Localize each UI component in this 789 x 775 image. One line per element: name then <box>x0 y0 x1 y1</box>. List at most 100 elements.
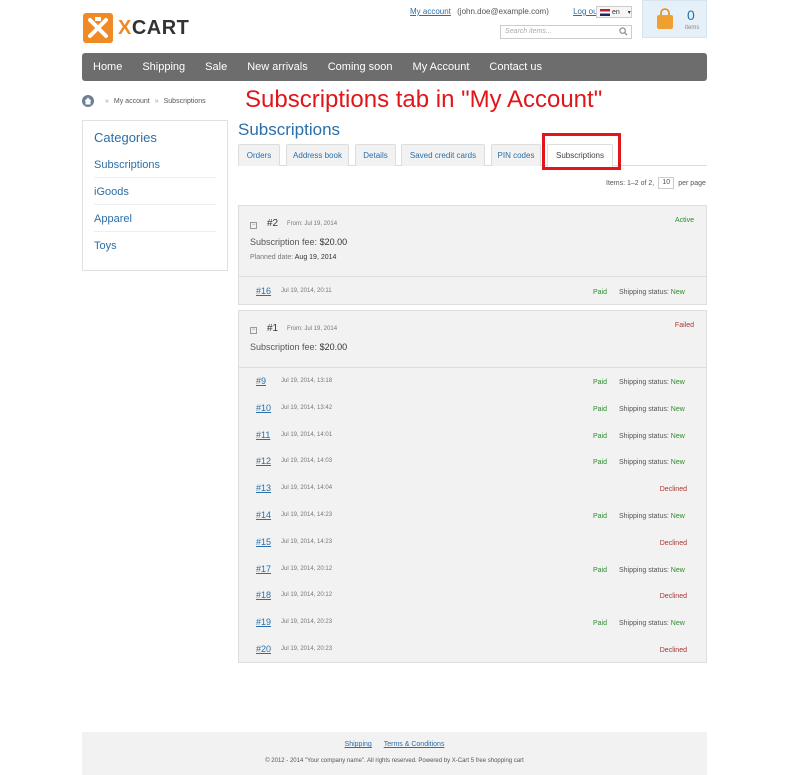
tab-saved-credit-cards[interactable]: Saved credit cards <box>401 144 485 166</box>
order-link[interactable]: #10 <box>256 403 271 413</box>
order-link[interactable]: #14 <box>256 510 271 520</box>
payment-status: Paid <box>593 405 608 413</box>
order-link[interactable]: #12 <box>256 456 271 466</box>
search-icon[interactable] <box>619 27 628 41</box>
order-row: #9 Jul 19, 2014, 13:18 Paid Shipping status… <box>239 368 706 395</box>
chevron-down-icon: ▾ <box>627 9 631 16</box>
nav-item-shipping[interactable]: Shipping <box>142 61 185 73</box>
my-account-link[interactable]: My account <box>410 7 451 16</box>
footer-link-terms[interactable]: Terms & Conditions <box>384 741 445 748</box>
payment-status: Declined <box>659 486 687 494</box>
order-row: #18 Jul 19, 2014, 20:12 Declined <box>239 582 706 609</box>
shipping-value: New <box>670 459 685 467</box>
shipping-label: Shipping status: <box>619 379 669 386</box>
order-row: #11 Jul 19, 2014, 14:01 Paid Shipping statu… <box>239 422 706 449</box>
shipping-status: Shipping status: New <box>619 620 685 627</box>
shipping-value: New <box>670 379 685 386</box>
sidebar-item-subscriptions[interactable]: Subscriptions <box>94 159 216 178</box>
order-date: Jul 19, 2014, 20:12 <box>281 592 333 599</box>
nav-item-new-arrivals[interactable]: New arrivals <box>247 61 308 73</box>
order-link[interactable]: #17 <box>256 564 271 574</box>
nav-item-sale[interactable]: Sale <box>205 61 227 73</box>
page-title: Subscriptions <box>238 120 341 139</box>
order-date: Jul 19, 2014, 20:11 <box>281 288 332 294</box>
payment-status: Paid <box>593 620 608 628</box>
shipping-status: Shipping status: New <box>619 459 685 466</box>
order-row: #14 Jul 19, 2014, 14:23 Paid Shipping statu… <box>239 502 706 529</box>
xcart-logo-icon <box>83 13 113 43</box>
footer-link-shipping[interactable]: Shipping <box>345 741 372 748</box>
shipping-value: New <box>670 513 685 520</box>
subscription-header: − #2 From: Jul 19, 2014 Active Subscript… <box>239 206 706 277</box>
order-row: #20 Jul 19, 2014, 20:23 Declined <box>239 636 706 663</box>
logo[interactable]: XCART <box>83 13 189 43</box>
shipping-label: Shipping status: <box>619 620 669 628</box>
shipping-label: Shipping status: <box>619 432 669 440</box>
footer: Shipping Terms & Conditions © 2012 - 201… <box>82 732 707 775</box>
planned-label: Planned date: <box>250 254 294 261</box>
cart-items-label: items <box>685 25 700 31</box>
cart-widget[interactable]: 0 items <box>642 0 707 38</box>
logo-text: XCART <box>118 16 190 39</box>
tab-orders[interactable]: Orders <box>238 144 280 166</box>
shipping-value: New <box>670 432 685 440</box>
breadcrumb-my-account[interactable]: My account <box>114 98 150 105</box>
fee-label: Subscription fee: <box>250 237 318 247</box>
order-link[interactable]: #20 <box>256 644 271 654</box>
sidebar-title: Categories <box>94 130 157 145</box>
language-selector[interactable]: en ▾ <box>596 6 632 18</box>
order-row: #12 Jul 19, 2014, 14:03 Paid Shipping statu… <box>239 448 706 475</box>
tab-details[interactable]: Details <box>355 144 396 166</box>
per-page-label: per page <box>678 179 706 187</box>
tab-pin-codes[interactable]: PIN codes <box>491 144 541 166</box>
search-input[interactable]: Search items... <box>500 25 632 39</box>
order-link[interactable]: #16 <box>256 286 271 296</box>
annotation-label: Subscriptions tab in "My Account" <box>245 86 603 113</box>
payment-status: Paid <box>593 513 608 520</box>
collapse-toggle-icon[interactable]: − <box>250 222 257 229</box>
order-link[interactable]: #13 <box>256 483 271 493</box>
search-placeholder: Search items... <box>505 28 552 35</box>
order-date: Jul 19, 2014, 20:23 <box>281 619 333 626</box>
shipping-label: Shipping status: <box>619 566 669 574</box>
payment-status: Paid <box>593 379 608 386</box>
per-page-input[interactable]: 10 <box>658 177 675 189</box>
collapse-toggle-icon[interactable]: − <box>250 327 257 334</box>
order-link[interactable]: #15 <box>256 537 271 547</box>
order-link[interactable]: #18 <box>256 590 271 600</box>
annotation-highlight-box <box>542 133 621 170</box>
nav-item-coming-soon[interactable]: Coming soon <box>328 61 393 73</box>
pager: Items: 1–2 of 2, 10 per page <box>606 177 706 189</box>
shipping-status: Shipping status: New <box>619 379 685 386</box>
nav-item-contact-us[interactable]: Contact us <box>489 61 542 73</box>
subscription-number: #2 <box>267 218 279 229</box>
order-link[interactable]: #19 <box>256 617 271 627</box>
order-row: #15 Jul 19, 2014, 14:23 Declined <box>239 529 706 556</box>
account-tabs: Orders Address book Details Saved credit… <box>238 144 707 167</box>
user-email: (john.doe@example.com) <box>457 7 549 16</box>
sidebar-item-igoods[interactable]: iGoods <box>94 186 216 205</box>
payment-status: Paid <box>593 566 608 574</box>
order-link[interactable]: #9 <box>256 376 266 386</box>
shipping-value: New <box>670 405 685 413</box>
order-row: #16 Jul 19, 2014, 20:11 Paid Shipping st… <box>239 278 706 305</box>
payment-status: Declined <box>659 647 687 654</box>
subscription-number: #1 <box>267 323 279 334</box>
order-link[interactable]: #11 <box>256 430 270 440</box>
subscription-card: − #1 From: Jul 19, 2014 Failed Subscript… <box>238 310 707 663</box>
shipping-value: New <box>670 620 685 628</box>
subscription-from-date: From: Jul 19, 2014 <box>287 221 338 227</box>
subscription-status: Failed <box>674 322 694 329</box>
subscription-fee: Subscription fee: $20.00 <box>250 237 347 247</box>
tab-address-book[interactable]: Address book <box>286 144 349 166</box>
nav-item-my-account[interactable]: My Account <box>413 61 470 73</box>
sidebar-item-toys[interactable]: Toys <box>94 240 216 258</box>
fee-value: $20.00 <box>319 237 348 247</box>
order-date: Jul 19, 2014, 14:01 <box>281 431 333 438</box>
shipping-label: Shipping status: <box>619 405 669 413</box>
shipping-status: Shipping status: New <box>619 406 685 413</box>
nav-item-home[interactable]: Home <box>93 61 122 73</box>
order-date: Jul 19, 2014, 14:04 <box>281 485 333 492</box>
home-icon[interactable] <box>82 95 94 107</box>
sidebar-item-apparel[interactable]: Apparel <box>94 213 216 232</box>
